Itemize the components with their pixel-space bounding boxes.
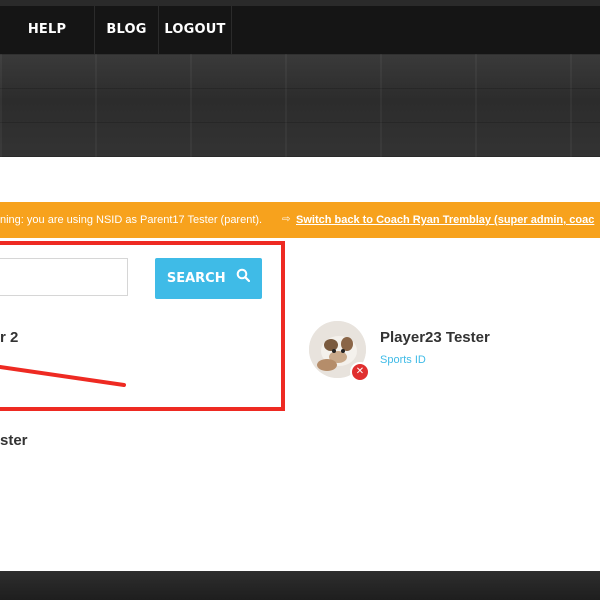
nav-blog[interactable]: BLOG [95,6,159,54]
switch-back-link[interactable]: Switch back to Coach Ryan Tremblay (supe… [296,202,594,238]
hero-banner [0,54,600,157]
nav-help-desk[interactable]: HELP DESK⌄ [0,6,95,85]
player-card-name[interactable]: Player23 Tester [380,329,490,346]
annotation-highlight-box [0,241,285,411]
sports-id-link[interactable]: Sports ID [380,354,426,366]
warning-message: ning: you are using NSID as Parent17 Tes… [0,214,263,226]
top-navigation-bar: HELP DESK⌄ BLOG LOGOUT [0,0,600,85]
nav-logout[interactable]: LOGOUT [159,6,232,54]
nav-logout-label: LOGOUT [164,22,226,37]
player-name-partial-2[interactable]: ster [0,432,28,449]
nav-blog-label: BLOG [106,22,147,37]
impersonation-warning-bar: ning: you are using NSID as Parent17 Tes… [0,202,600,238]
remove-player-icon[interactable]: ✕ [350,362,370,382]
page-footer [0,571,600,600]
switch-user-icon: ⇨ [282,214,291,225]
